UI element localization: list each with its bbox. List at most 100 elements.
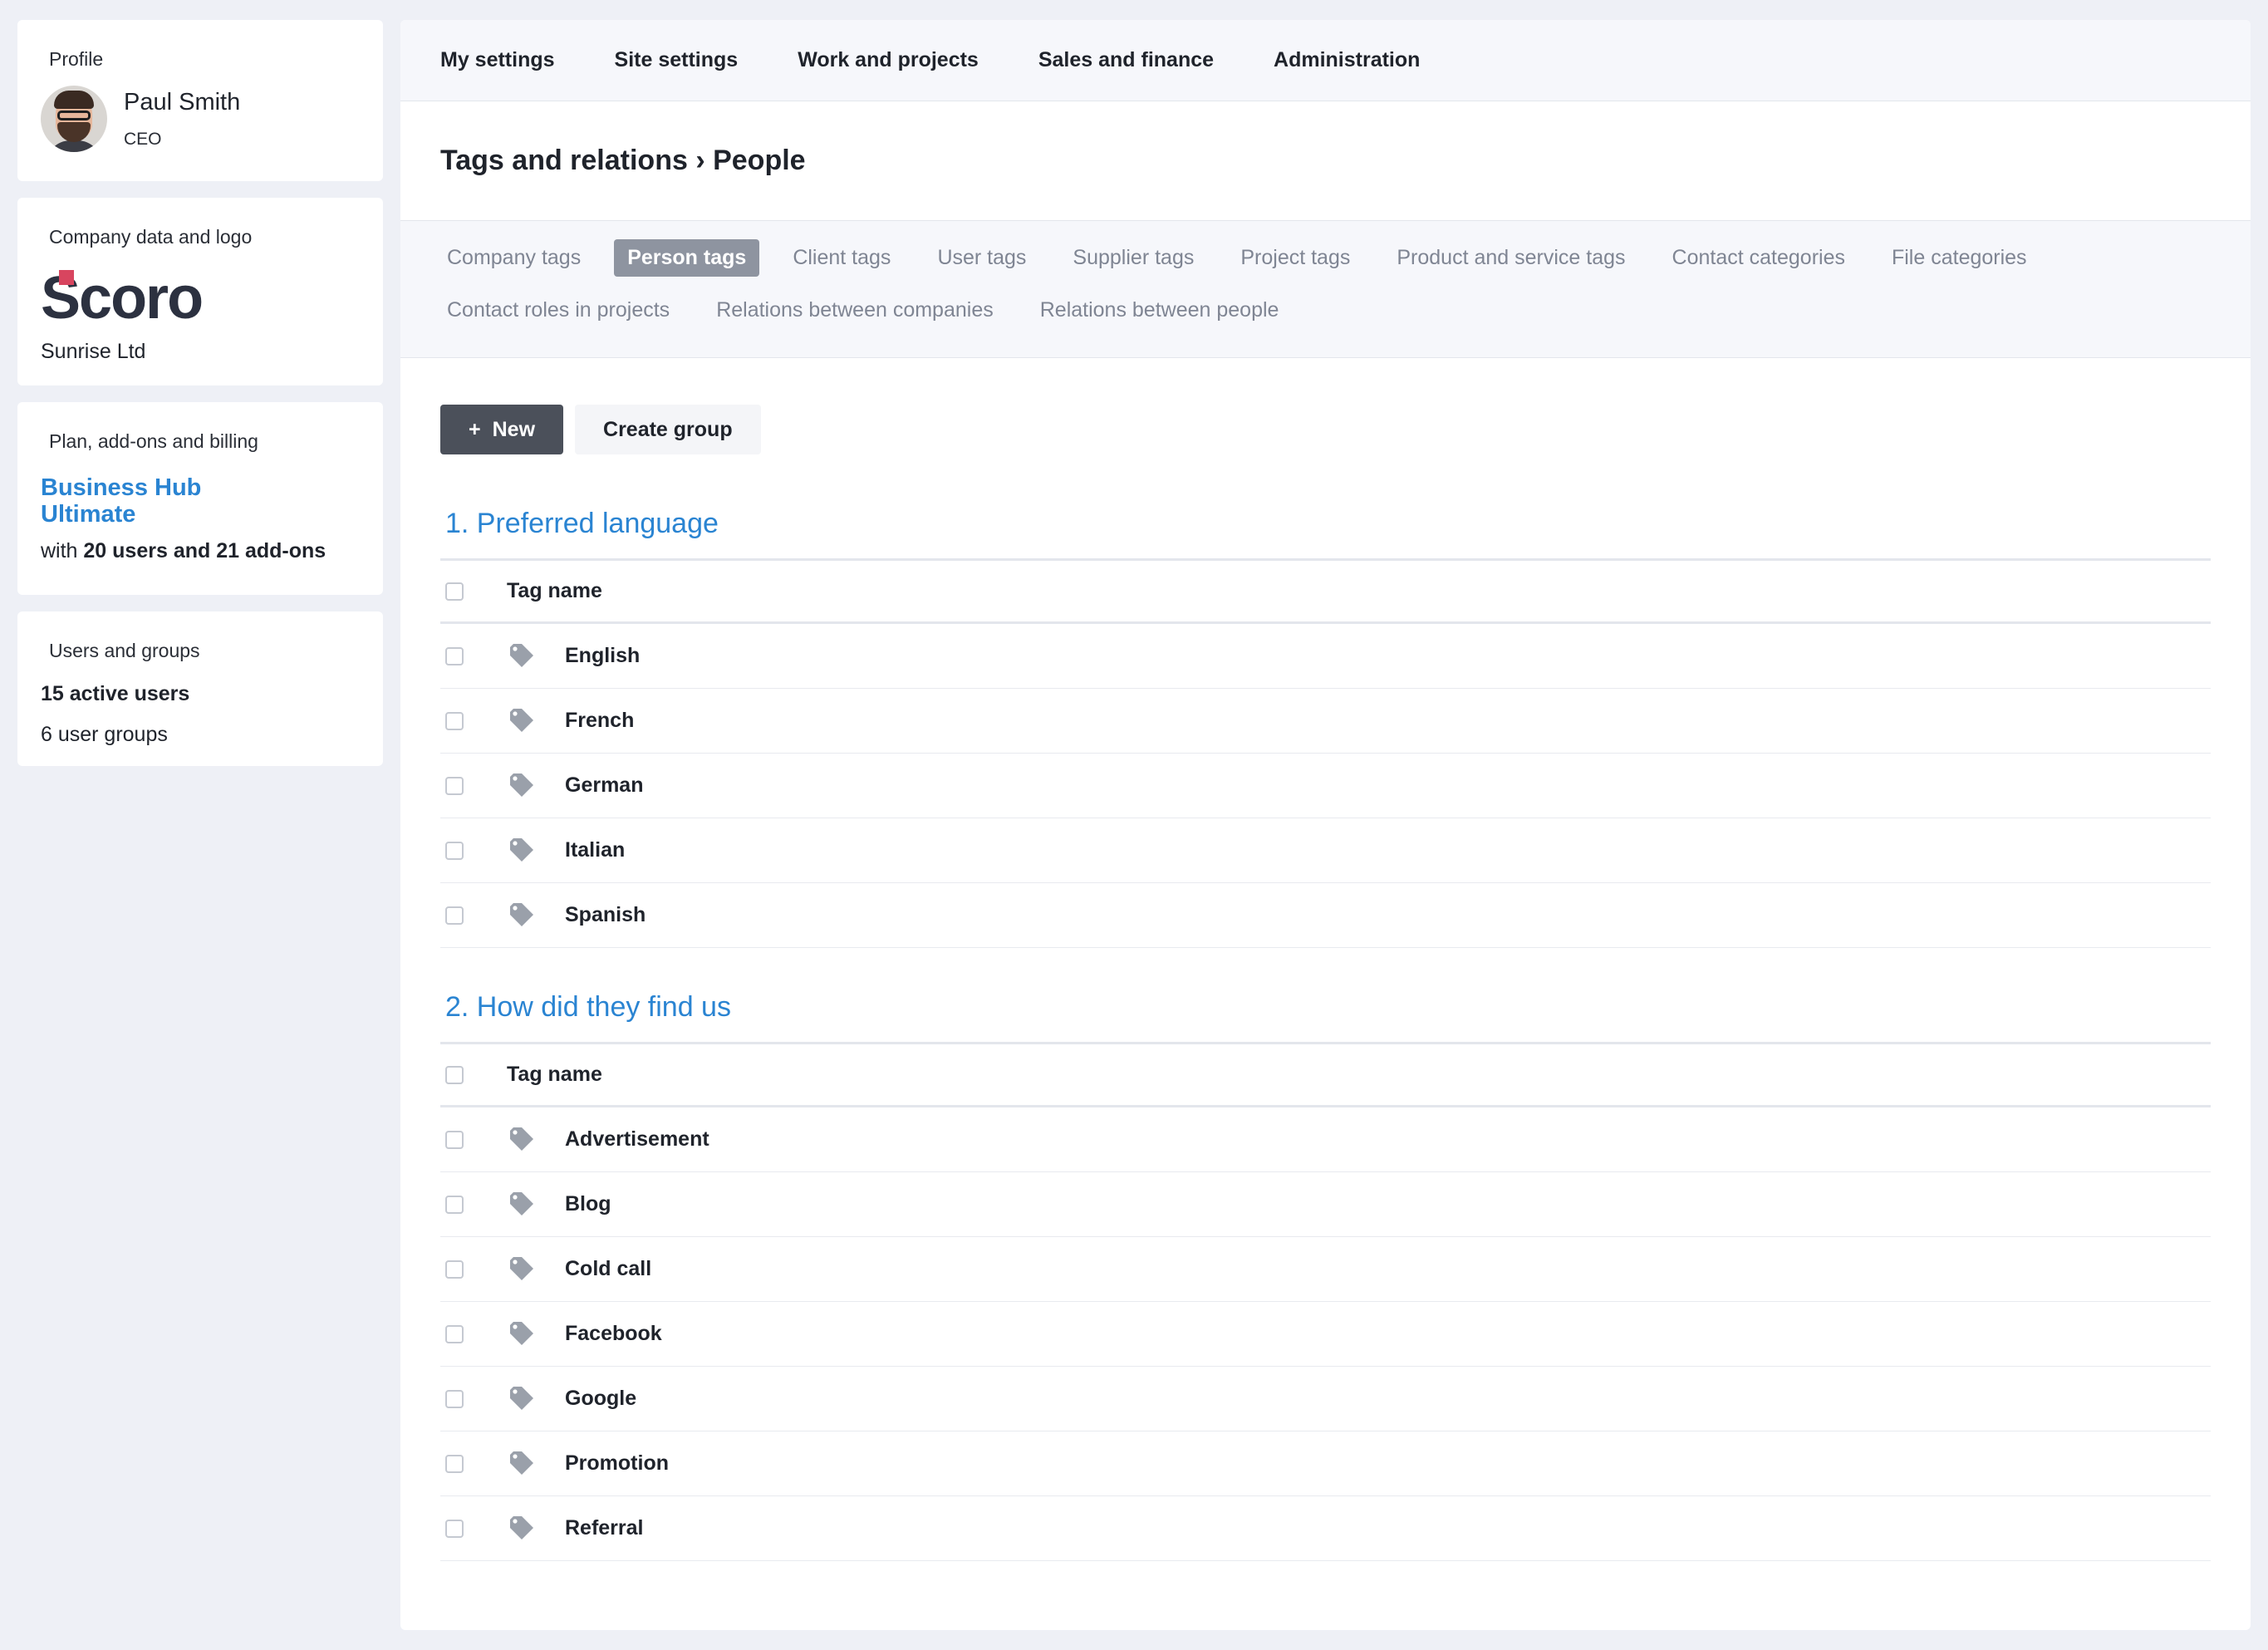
- row-checkbox[interactable]: [445, 1454, 464, 1473]
- create-group-button[interactable]: Create group: [575, 405, 761, 454]
- tag-icon: [508, 1321, 537, 1347]
- tag-name[interactable]: Italian: [565, 838, 625, 862]
- subtabs: Company tags Person tags Client tags User t…: [400, 221, 2251, 358]
- row-checkbox[interactable]: [445, 1130, 464, 1149]
- tag-icon: [508, 708, 537, 734]
- company-logo: Scoro: [41, 268, 360, 328]
- tab-file-categories[interactable]: File categories: [1878, 239, 2040, 277]
- tab-project-tags[interactable]: Project tags: [1227, 239, 1364, 277]
- profile-label: Profile: [49, 48, 104, 70]
- tag-group: 1. Preferred language Tag name English Fren…: [400, 508, 2251, 948]
- tab-user-tags[interactable]: User tags: [924, 239, 1040, 277]
- tab-supplier-tags[interactable]: Supplier tags: [1059, 239, 1208, 277]
- table-row[interactable]: Italian: [440, 818, 2211, 883]
- tag-name[interactable]: Google: [565, 1387, 636, 1411]
- table-header-row: Tag name: [440, 561, 2211, 624]
- table-row[interactable]: Blog: [440, 1172, 2211, 1237]
- sidebar: Profile Paul Smith CEO Company data and …: [17, 20, 383, 783]
- plan-detail: with 20 users and 21 add-ons: [41, 539, 360, 563]
- tag-name[interactable]: Cold call: [565, 1257, 651, 1281]
- tab-relations-between-people[interactable]: Relations between people: [1026, 292, 1293, 329]
- action-bar: + New Create group: [400, 358, 2251, 454]
- active-users-count: 15 active users: [41, 682, 190, 705]
- tag-name[interactable]: Facebook: [565, 1322, 662, 1346]
- table-row[interactable]: Cold call: [440, 1237, 2211, 1302]
- tag-name[interactable]: Referral: [565, 1516, 644, 1540]
- select-all-checkbox[interactable]: [445, 1065, 464, 1084]
- tab-contact-categories[interactable]: Contact categories: [1658, 239, 1858, 277]
- main-panel: My settings Site settings Work and proje…: [400, 20, 2251, 1630]
- column-header-tag-name[interactable]: Tag name: [507, 1063, 602, 1087]
- table-row[interactable]: French: [440, 689, 2211, 754]
- tag-groups: 1. Preferred language Tag name English Fren…: [400, 508, 2251, 1561]
- column-header-tag-name[interactable]: Tag name: [507, 579, 602, 603]
- row-checkbox[interactable]: [445, 906, 464, 925]
- row-checkbox[interactable]: [445, 711, 464, 730]
- company-label: Company data and logo: [49, 226, 253, 248]
- row-checkbox[interactable]: [445, 1519, 464, 1538]
- tag-name[interactable]: German: [565, 773, 643, 798]
- table-row[interactable]: Google: [440, 1367, 2211, 1431]
- tag-icon: [508, 1451, 537, 1476]
- new-button[interactable]: + New: [440, 405, 564, 454]
- row-checkbox[interactable]: [445, 1260, 464, 1279]
- row-checkbox[interactable]: [445, 1195, 464, 1214]
- tab-relations-between-companies[interactable]: Relations between companies: [703, 292, 1007, 329]
- plan-detail-bold: 20 users and 21 add-ons: [83, 539, 326, 562]
- table-row[interactable]: Facebook: [440, 1302, 2211, 1367]
- group-title[interactable]: 2. How did they find us: [440, 991, 2211, 1044]
- table-row[interactable]: Spanish: [440, 883, 2211, 948]
- tag-name[interactable]: French: [565, 709, 634, 733]
- table-row[interactable]: Advertisement: [440, 1107, 2211, 1172]
- tag-icon: [508, 643, 537, 669]
- nav-administration[interactable]: Administration: [1274, 48, 1420, 72]
- row-checkbox[interactable]: [445, 1324, 464, 1343]
- table-row[interactable]: English: [440, 624, 2211, 689]
- row-checkbox[interactable]: [445, 776, 464, 795]
- group-title[interactable]: 1. Preferred language: [440, 508, 2211, 561]
- tab-person-tags[interactable]: Person tags: [614, 239, 760, 277]
- tab-product-and-service-tags[interactable]: Product and service tags: [1383, 239, 1639, 277]
- tag-name[interactable]: Promotion: [565, 1451, 669, 1476]
- company-name: Sunrise Ltd: [41, 340, 146, 363]
- row-checkbox[interactable]: [445, 1389, 464, 1408]
- company-card[interactable]: Company data and logo Scoro Sunrise Ltd: [17, 198, 383, 385]
- tag-name[interactable]: Blog: [565, 1192, 611, 1216]
- users-label: Users and groups: [49, 640, 200, 661]
- tag-group: 2. How did they find us Tag name Advertise…: [400, 991, 2251, 1561]
- tag-name[interactable]: English: [565, 644, 640, 668]
- top-navigation: My settings Site settings Work and proje…: [400, 20, 2251, 101]
- table-row[interactable]: Referral: [440, 1496, 2211, 1561]
- page-title: Tags and relations › People: [440, 145, 806, 176]
- tag-icon: [508, 1256, 537, 1282]
- plan-name[interactable]: Business Hub Ultimate: [41, 474, 232, 528]
- nav-site-settings[interactable]: Site settings: [615, 48, 739, 72]
- tag-icon: [508, 902, 537, 928]
- select-all-checkbox[interactable]: [445, 582, 464, 601]
- plan-label: Plan, add-ons and billing: [49, 430, 258, 452]
- plan-card[interactable]: Plan, add-ons and billing Business Hub U…: [17, 402, 383, 595]
- row-checkbox[interactable]: [445, 646, 464, 665]
- tag-icon: [508, 773, 537, 798]
- plus-icon: +: [469, 417, 481, 441]
- tag-name[interactable]: Advertisement: [565, 1127, 709, 1152]
- profile-card[interactable]: Profile Paul Smith CEO: [17, 20, 383, 181]
- tag-icon: [508, 837, 537, 863]
- tab-company-tags[interactable]: Company tags: [434, 239, 595, 277]
- tab-client-tags[interactable]: Client tags: [779, 239, 905, 277]
- users-card[interactable]: Users and groups 15 active users 6 user …: [17, 611, 383, 766]
- nav-sales-and-finance[interactable]: Sales and finance: [1038, 48, 1214, 72]
- table-row[interactable]: German: [440, 754, 2211, 818]
- tab-contact-roles-in-projects[interactable]: Contact roles in projects: [434, 292, 684, 329]
- tag-name[interactable]: Spanish: [565, 903, 646, 927]
- new-button-label: New: [492, 417, 536, 441]
- plan-detail-prefix: with: [41, 539, 84, 562]
- table-row[interactable]: Promotion: [440, 1431, 2211, 1496]
- avatar[interactable]: [41, 86, 107, 152]
- profile-role: CEO: [124, 129, 162, 149]
- tag-icon: [508, 1515, 537, 1541]
- nav-my-settings[interactable]: My settings: [440, 48, 555, 72]
- row-checkbox[interactable]: [445, 841, 464, 860]
- nav-work-and-projects[interactable]: Work and projects: [798, 48, 979, 72]
- table-header-row: Tag name: [440, 1044, 2211, 1107]
